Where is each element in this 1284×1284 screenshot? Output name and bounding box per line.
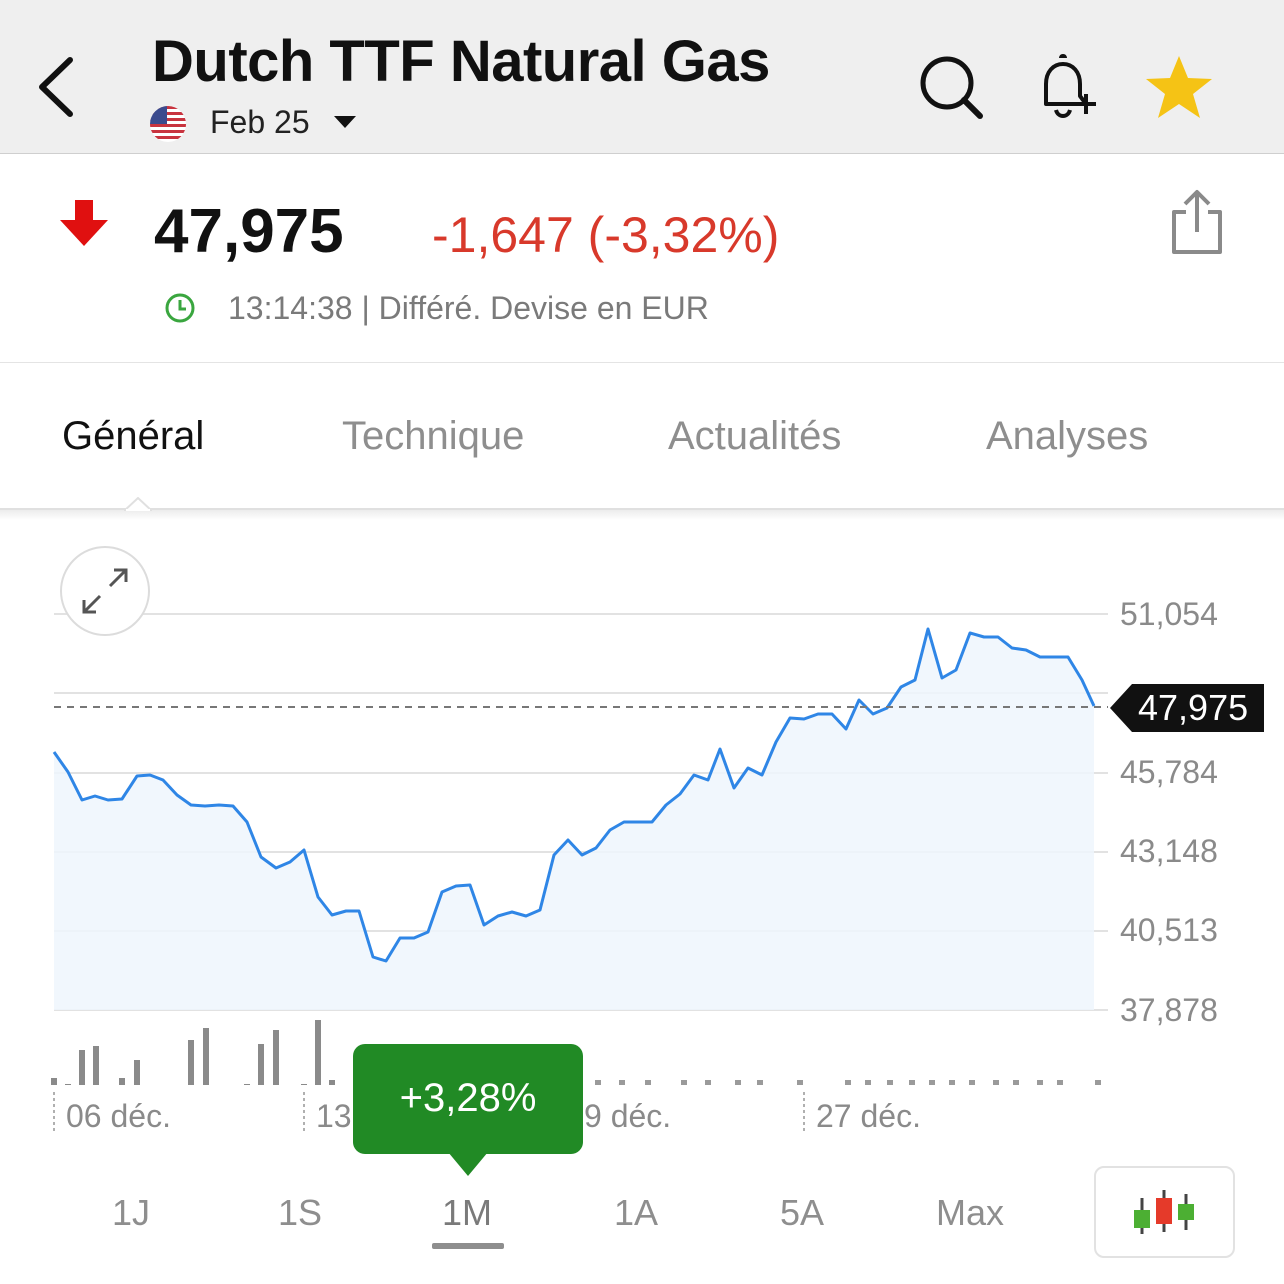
down-arrow-icon [60, 200, 108, 246]
instrument-title: Dutch TTF Natural Gas [152, 29, 770, 94]
search-icon[interactable] [916, 52, 986, 122]
x-tick-label: 06 déc. [66, 1098, 171, 1134]
candlestick-icon [1134, 1190, 1194, 1234]
tabs-shadow [0, 510, 1284, 520]
period-max[interactable]: Max [936, 1192, 1004, 1234]
volume-bar [329, 1080, 335, 1085]
volume-bar [134, 1060, 140, 1085]
y-tick-label: 37,878 [1120, 992, 1218, 1028]
volume-bar [188, 1040, 194, 1085]
tab-analyses[interactable]: Analyses [986, 414, 1148, 459]
quote-status: 13:14:38 | Différé. Devise en EUR [228, 290, 709, 326]
expand-chart-button[interactable] [60, 546, 150, 636]
volume-bar [969, 1080, 975, 1085]
app-header: Dutch TTF Natural Gas Feb 25 [0, 0, 1284, 154]
volume-bar [595, 1080, 601, 1085]
period-5a[interactable]: 5A [780, 1192, 824, 1234]
x-tick-label: 27 déc. [816, 1098, 921, 1134]
price-change: -1,647 (-3,32%) [432, 207, 780, 263]
volume-bar [79, 1050, 85, 1085]
share-icon[interactable] [1166, 188, 1228, 256]
volume-bar [735, 1080, 741, 1085]
volume-bar [681, 1080, 687, 1085]
tab-technique[interactable]: Technique [342, 414, 524, 459]
period-1s[interactable]: 1S [278, 1192, 322, 1234]
volume-bar [301, 1084, 307, 1085]
y-tick-label: 45,784 [1120, 754, 1218, 790]
x-tick-label: 13 [316, 1098, 352, 1134]
tooltip-pointer [448, 1152, 488, 1176]
volume-bar [51, 1078, 57, 1085]
current-price-label: 47,975 [1138, 687, 1249, 728]
price-area [54, 629, 1094, 1010]
divider [0, 362, 1284, 363]
period-change-value: +3,28% [399, 1076, 537, 1120]
tab-general[interactable]: Général [62, 414, 204, 459]
bell-plus-icon[interactable] [1028, 52, 1098, 122]
volume-bar [797, 1080, 803, 1085]
contract-selector[interactable]: Feb 25 [210, 104, 310, 141]
period-1j[interactable]: 1J [112, 1192, 150, 1234]
volume-bar [887, 1080, 893, 1085]
volume-bar [273, 1030, 279, 1085]
period-1a[interactable]: 1A [614, 1192, 658, 1234]
volume-bar [65, 1084, 71, 1085]
volume-bar [1037, 1080, 1043, 1085]
volume-bar [93, 1046, 99, 1085]
volume-bar [845, 1080, 851, 1085]
selected-period-indicator [432, 1243, 504, 1249]
last-price: 47,975 [154, 197, 344, 266]
period-1m[interactable]: 1M [442, 1192, 492, 1234]
volume-bar [1095, 1080, 1101, 1085]
volume-bar [244, 1084, 250, 1085]
volume-bar [909, 1080, 915, 1085]
y-tick-label: 40,513 [1120, 912, 1218, 948]
star-icon[interactable] [1144, 52, 1214, 122]
volume-bar [203, 1028, 209, 1085]
volume-bar [757, 1080, 763, 1085]
volume-bar [705, 1080, 711, 1085]
volume-bar [315, 1020, 321, 1085]
volume-bar [993, 1080, 999, 1085]
chart-type-button[interactable] [1094, 1166, 1235, 1258]
volume-bar [865, 1080, 871, 1085]
back-icon[interactable] [30, 52, 86, 122]
volume-bar [619, 1080, 625, 1085]
volume-bar [1057, 1080, 1063, 1085]
expand-icon [82, 568, 128, 614]
volume-bar [119, 1078, 125, 1085]
volume-bar [258, 1044, 264, 1085]
tab-actualites[interactable]: Actualités [668, 414, 841, 459]
volume-bar [949, 1080, 955, 1085]
dropdown-caret-icon[interactable] [334, 116, 356, 130]
volume-bar [645, 1080, 651, 1085]
price-chart[interactable] [0, 560, 1284, 1160]
volume-bar [929, 1080, 935, 1085]
volume-bar [1013, 1080, 1019, 1085]
y-tick-label: 51,054 [1120, 596, 1218, 632]
active-tab-indicator [124, 497, 152, 511]
x-tick-label: 9 déc. [584, 1098, 672, 1134]
clock-icon [165, 293, 195, 323]
us-flag-icon [150, 106, 186, 142]
y-tick-label: 43,148 [1120, 833, 1218, 869]
